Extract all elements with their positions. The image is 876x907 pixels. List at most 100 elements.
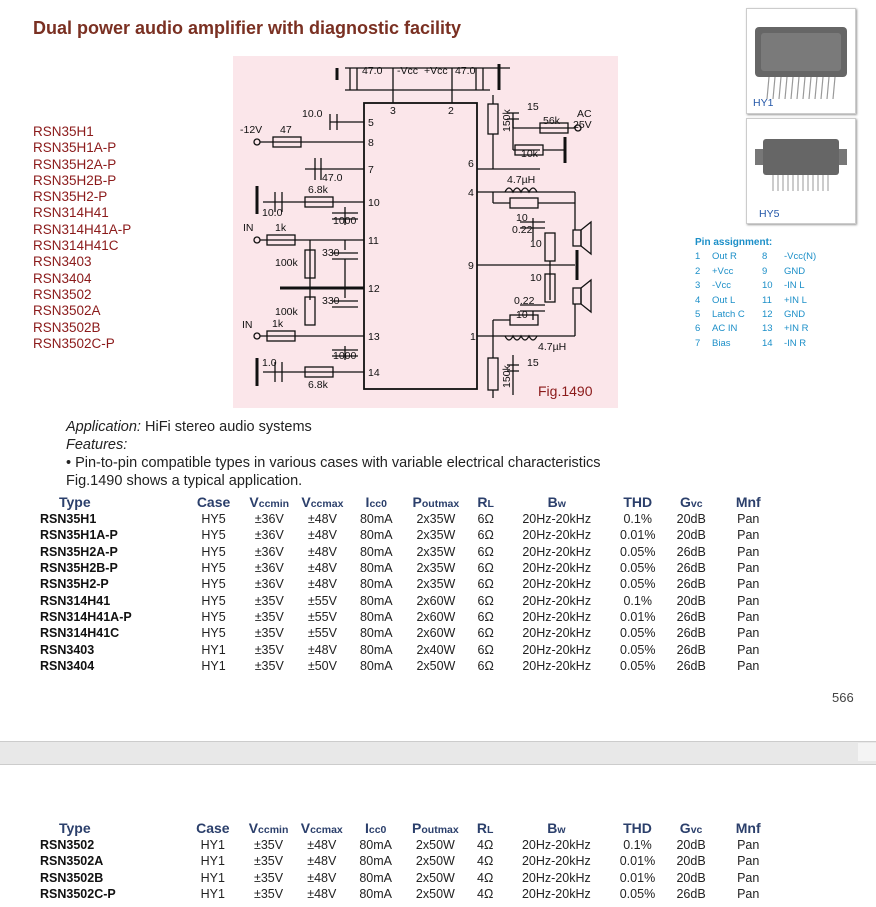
table-row: RSN314H41C HY5 ±35V ±55V 80mA 2x60W 6Ω 20Hz-20k…: [40, 625, 780, 641]
table-cell: 0.05%: [620, 626, 656, 641]
table-cell: 26dB: [676, 577, 706, 592]
schematic-label: 14: [368, 367, 380, 379]
pin-function: +IN R: [784, 323, 809, 335]
table-cell: 80mA: [359, 854, 392, 869]
column-header: Gvc: [679, 494, 703, 510]
table-cell: 2x35W: [416, 528, 456, 543]
column-header: Mnf: [735, 820, 761, 836]
table-cell: ±35V: [254, 642, 284, 657]
type-list-item: RSN35H2-P: [33, 189, 108, 205]
table-cell: 2x50W: [415, 854, 455, 869]
table-cell: 20Hz-20kHz: [521, 838, 591, 853]
table-cell: 20Hz-20kHz: [521, 870, 591, 885]
table-cell: 80mA: [359, 593, 393, 608]
pin-row: 3 -Vcc 10 -IN L: [695, 279, 816, 293]
column-header: Mnf: [735, 494, 761, 510]
pin-assignment: Pin assignment: 1 Out R 8 -Vcc(N) 2 +Vcc 9 GND…: [695, 236, 816, 351]
type-list-item: RSN35H1A-P: [33, 140, 117, 156]
figure-label: Fig.1490: [538, 383, 593, 399]
schematic-label: 330: [322, 295, 340, 307]
pin-number: 3: [695, 280, 701, 292]
schematic-label: 11: [368, 235, 379, 247]
table-header-row: Type Case Vccmin Vccmax Icc0 Poutmax RL Bw THD Gv…: [40, 819, 780, 837]
table-cell: RSN314H41C: [40, 626, 120, 641]
table-cell: ±48V: [307, 512, 337, 527]
type-list-item: RSN3403: [33, 254, 92, 270]
table-cell: HY5: [201, 626, 226, 641]
table-row: RSN314H41A-P HY5 ±35V ±55V 80mA 2x60W 6Ω 20Hz-2…: [40, 609, 780, 625]
schematic-diagram: 47.0 -Vcc +Vcc 47.0 3 2 5 8 7 10 11 12 1…: [233, 56, 618, 408]
pin-table: 1 Out R 8 -Vcc(N) 2 +Vcc 9 GND 3 -Vcc 10 -IN L 4O…: [695, 250, 816, 351]
schematic-label: 150k: [501, 108, 513, 132]
scrollbar[interactable]: [858, 743, 876, 761]
table-cell: 2x50W: [415, 838, 455, 853]
pin-number: 11: [762, 294, 772, 306]
column-header: Gvc: [679, 820, 703, 836]
pin-number: 8: [762, 251, 768, 263]
application-section: Application: HiFi stereo audio systems F…: [66, 418, 601, 490]
table-cell: RSN35H2B-P: [40, 561, 118, 576]
table-cell: Pan: [737, 870, 760, 885]
features-label: Features:: [66, 437, 128, 453]
column-header: Vccmin: [248, 820, 289, 836]
table-cell: HY5: [201, 593, 226, 608]
table-cell: HY5: [201, 609, 226, 624]
table-cell: ±48V: [307, 544, 337, 559]
table-cell: 0.05%: [620, 577, 656, 592]
pin-number: 12: [762, 309, 773, 321]
type-list-item: RSN314H41C: [33, 238, 119, 254]
pin-row: 1 Out R 8 -Vcc(N): [695, 250, 816, 264]
table-cell: 20dB: [676, 512, 706, 527]
table-cell: 0.1%: [623, 838, 652, 853]
application-label: Application:: [66, 419, 141, 435]
schematic-label: 6.8k: [308, 184, 329, 196]
column-header: THD: [623, 820, 652, 836]
pin-function: Latch C: [712, 309, 745, 321]
page-title: Dual power audio amplifier with diagnost…: [33, 18, 462, 38]
table-cell: RSN3502B: [40, 870, 104, 885]
schematic-label: 0.22: [512, 224, 533, 236]
schematic-label: -12V: [240, 124, 262, 136]
schematic-label: 1: [470, 331, 476, 343]
schematic-label: IN: [242, 319, 253, 331]
table-cell: 0.05%: [620, 561, 656, 576]
column-header: RL: [477, 494, 494, 510]
table-cell: 26dB: [676, 887, 706, 902]
column-header: Type: [59, 820, 91, 836]
table-cell: 20dB: [676, 528, 706, 543]
package-label: HY1: [753, 97, 774, 109]
table-cell: HY1: [200, 870, 225, 885]
pin-function: -IN R: [784, 337, 807, 349]
table-cell: ±48V: [307, 838, 337, 853]
table-cell: 0.05%: [620, 642, 656, 657]
pin-function: Out L: [712, 294, 736, 306]
schematic-label: -Vcc: [397, 65, 418, 77]
table-cell: ±48V: [307, 870, 337, 885]
pin-number: 4: [695, 294, 701, 306]
schematic-label: +Vcc: [424, 65, 448, 77]
application-line: Application: HiFi stereo audio systems: [66, 418, 601, 436]
table-cell: HY1: [201, 658, 226, 673]
table-cell: RSN3502: [40, 838, 95, 853]
schematic-label: 4.7µH: [507, 174, 535, 186]
schematic-label: 10.0: [262, 207, 283, 219]
schematic-label: 56k: [543, 115, 561, 127]
table-cell: ±36V: [254, 528, 284, 543]
pin-function: -Vcc(N): [784, 251, 817, 263]
spec-table: Type Case Vccmin Vccmax Icc0 Poutmax RL Bw THD Gv…: [40, 819, 780, 902]
table-cell: 20Hz-20kHz: [522, 561, 592, 576]
pin-row: 7 Bias 14 -IN R: [695, 337, 816, 351]
table-cell: HY5: [201, 577, 226, 592]
schematic-label: 150k: [501, 364, 513, 388]
table-cell: RSN314H41: [40, 593, 111, 608]
table-cell: Pan: [737, 561, 760, 576]
table-cell: 4Ω: [477, 838, 494, 853]
table-cell: 20Hz-20kHz: [521, 854, 591, 869]
table-cell: 20dB: [676, 838, 706, 853]
table-row: RSN3502 HY1 ±35V ±48V 80mA 2x50W 4Ω 20Hz-20kHz 0…: [40, 837, 780, 853]
table-cell: 26dB: [676, 609, 706, 624]
table-cell: RSN35H2A-P: [40, 544, 118, 559]
table-cell: RSN3502A: [40, 854, 104, 869]
column-header: Icc0: [364, 820, 387, 836]
column-header: Bw: [547, 820, 566, 836]
